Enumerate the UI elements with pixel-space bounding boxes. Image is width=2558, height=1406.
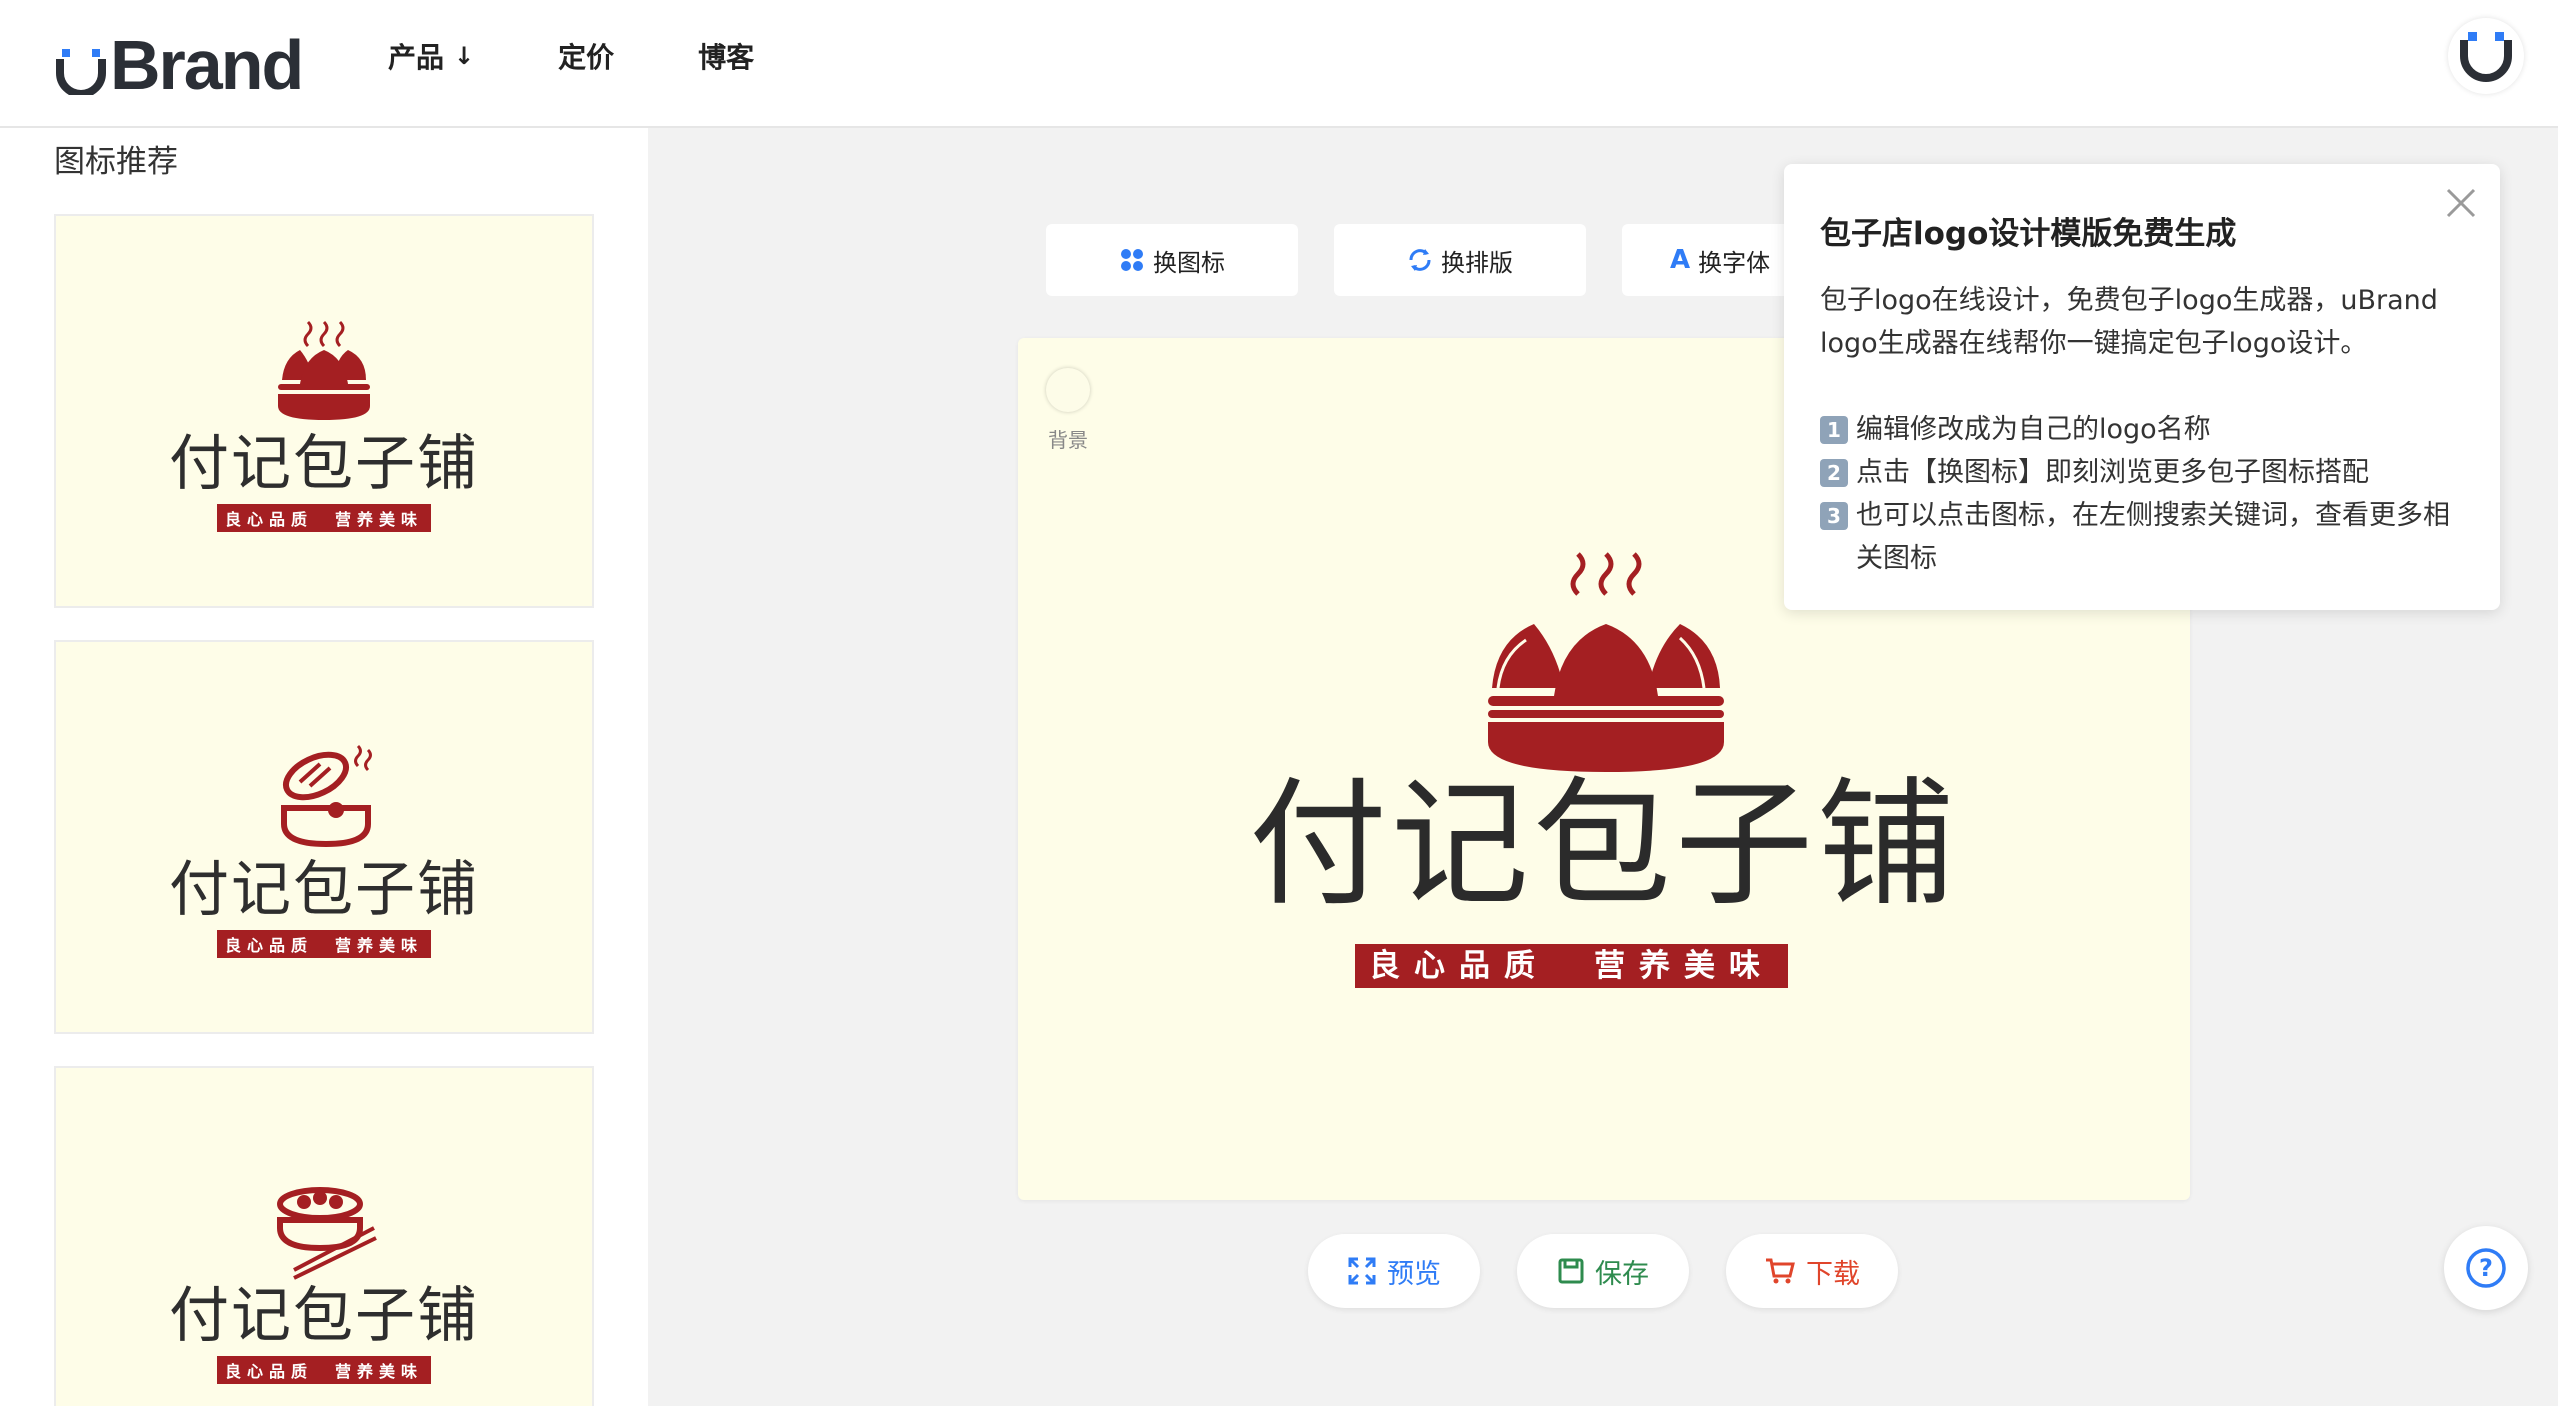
brand-name: Brand [110, 26, 304, 104]
ubrand-u-icon [2460, 32, 2512, 82]
change-icon-button[interactable]: 换图标 [1046, 224, 1298, 296]
logo-name: 付记包子铺 [169, 429, 479, 499]
nav-item-label: 定价 [558, 41, 615, 74]
logo-slogan: 良心品质 营养美味 [216, 930, 431, 958]
help-button[interactable]: ? [2444, 1226, 2528, 1310]
save-icon [1558, 1258, 1584, 1284]
save-label: 保存 [1595, 1258, 1649, 1290]
nav-item-blog[interactable]: 博客 [698, 36, 754, 76]
step-number-badge: 2 [1820, 459, 1848, 487]
icon-recommend-panel: 图标推荐 付记包子铺 良心品质 营养美味 付记包子铺 良心品质 营养美味 付记包… [0, 128, 648, 1406]
nav-item-pricing[interactable]: 定价 [558, 36, 614, 76]
nav-item-label: 博客 [698, 41, 755, 74]
step-text: 也可以点击图标，在左侧搜索关键词，查看更多相关图标 [1856, 500, 2450, 574]
dots-grid-icon [1119, 247, 1145, 273]
nav-item-products[interactable]: 产品 ↓ [388, 36, 474, 76]
popup-body: 包子logo在线设计，免费包子logo生成器，uBrand logo生成器在线帮… [1820, 279, 2464, 580]
change-layout-label: 换排版 [1441, 248, 1513, 277]
logo-name: 付记包子铺 [169, 1281, 479, 1351]
brand-logo[interactable]: Brand [56, 20, 304, 110]
top-header: Brand 产品 ↓ 定价 博客 [0, 0, 2558, 128]
main-nav: 产品 ↓ 定价 博客 [388, 36, 838, 76]
step-text: 点击【换图标】即刻浏览更多包子图标搭配 [1856, 457, 2369, 488]
logo-slogan-text[interactable]: 良心品质 营养美味 [1355, 944, 1788, 988]
panel-title: 图标推荐 [54, 144, 178, 180]
user-avatar[interactable] [2448, 18, 2524, 94]
background-color-picker[interactable] [1046, 368, 1090, 412]
logo-template-card[interactable]: 付记包子铺 良心品质 营养美味 [54, 1066, 594, 1406]
popup-title: 包子店logo设计模版免费生成 [1820, 216, 2237, 252]
popup-step: 3 也可以点击图标，在左侧搜索关键词，查看更多相关图标 [1820, 494, 2464, 580]
step-text: 编辑修改成为自己的logo名称 [1856, 414, 2211, 445]
nav-item-label: 产品 [388, 41, 445, 74]
logo-template-card[interactable]: 付记包子铺 良心品质 营养美味 [54, 214, 594, 608]
logo-template-card[interactable]: 付记包子铺 良心品质 营养美味 [54, 640, 594, 1034]
popup-step: 2 点击【换图标】即刻浏览更多包子图标搭配 [1820, 451, 2464, 494]
logo-name: 付记包子铺 [169, 855, 479, 925]
download-label: 下载 [1806, 1258, 1860, 1290]
preview-label: 预览 [1387, 1258, 1441, 1290]
change-font-button[interactable]: A 换字体 [1622, 224, 1784, 296]
step-number-badge: 1 [1820, 416, 1848, 444]
popup-intro: 包子logo在线设计，免费包子logo生成器，uBrand logo生成器在线帮… [1820, 285, 2438, 359]
background-label: 背景 [1048, 428, 1088, 452]
steamed-buns-basket-icon [278, 320, 370, 420]
svg-text:?: ? [2479, 1254, 2493, 1282]
refresh-icon [1407, 247, 1433, 273]
logo-slogan: 良心品质 营养美味 [216, 1356, 431, 1384]
step-number-badge: 3 [1820, 502, 1848, 530]
logo-name-text[interactable]: 付记包子铺 [1018, 776, 2190, 914]
logo-slogan: 良心品质 营养美味 [216, 504, 431, 532]
bun-bowl-chopsticks-icon [277, 1187, 377, 1280]
preview-button[interactable]: 预览 [1308, 1234, 1480, 1308]
font-icon: A [1670, 245, 1691, 275]
change-layout-button[interactable]: 换排版 [1334, 224, 1586, 296]
change-font-label: 换字体 [1698, 248, 1771, 277]
arrow-down-icon: ↓ [454, 42, 475, 70]
change-icon-label: 换图标 [1153, 248, 1225, 277]
close-icon[interactable] [2442, 184, 2480, 222]
expand-icon [1348, 1257, 1376, 1285]
steamer-lid-open-icon [281, 744, 372, 848]
download-button[interactable]: 下载 [1726, 1234, 1898, 1308]
question-icon: ? [2466, 1248, 2506, 1288]
save-button[interactable]: 保存 [1517, 1234, 1689, 1308]
info-popup: 包子店logo设计模版免费生成 包子logo在线设计，免费包子logo生成器，u… [1784, 164, 2500, 610]
brand-u-icon [56, 49, 106, 95]
popup-step: 1 编辑修改成为自己的logo名称 [1820, 408, 2464, 451]
cart-icon [1766, 1258, 1795, 1284]
steamed-buns-basket-icon[interactable] [1478, 538, 1734, 778]
